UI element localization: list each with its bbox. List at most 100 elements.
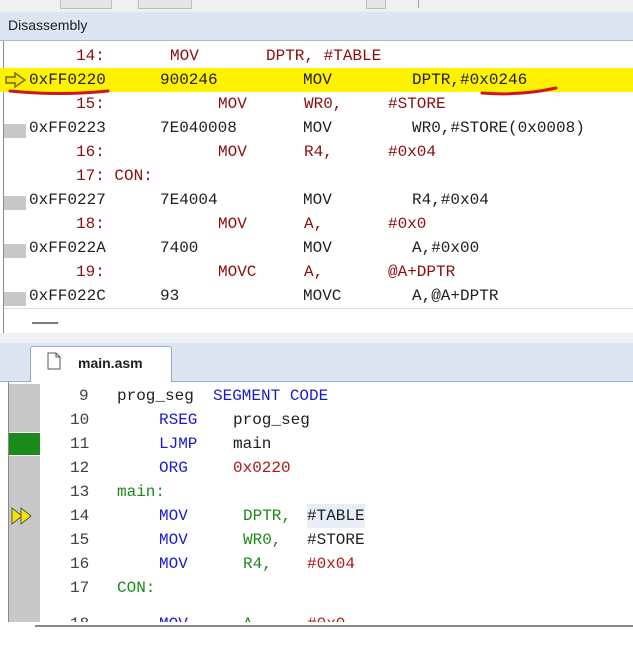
source-operand: A,: [304, 263, 324, 281]
instruction-operand: WR0,#STORE(0x0008): [412, 119, 585, 137]
instruction-bytes: 93: [160, 287, 180, 305]
source-mnemonic: MOV: [218, 143, 247, 161]
code-label: CON:: [117, 579, 156, 597]
code-line[interactable]: 16 MOV R4, #0x04: [0, 552, 633, 576]
code-number: #0x0: [307, 612, 345, 622]
line-number: 18: [70, 612, 89, 622]
line-number: 13: [70, 483, 90, 501]
instruction-operand: R4,#0x04: [412, 191, 489, 209]
source-line: 15: MOV WR0, #STORE: [0, 92, 633, 116]
code-line[interactable]: 11 LJMP main: [0, 432, 633, 456]
panel-splitter[interactable]: [0, 333, 633, 343]
instruction-bytes: 7E4004: [160, 191, 218, 209]
editor-horizontal-scrollbar[interactable]: [9, 622, 633, 633]
source-line: 17: CON:: [0, 164, 633, 188]
instruction-mnemonic: MOVC: [303, 287, 342, 305]
line-number: 12: [70, 459, 90, 477]
source-line-number: 18:: [76, 215, 105, 233]
source-operand: #0x04: [388, 143, 437, 161]
code-keyword: RSEG: [159, 411, 198, 429]
instruction-operand: A,@A+DPTR: [412, 287, 499, 305]
line-number: 16: [70, 555, 90, 573]
source-mnemonic: MOV: [170, 47, 199, 65]
code-keyword: MOV: [159, 531, 188, 549]
code-line[interactable]: 13 main:: [0, 480, 633, 504]
toolbar-button[interactable]: [60, 0, 112, 9]
line-number: 17: [70, 579, 90, 597]
instruction-mnemonic: MOV: [303, 239, 332, 257]
scrollbar-thumb[interactable]: [32, 322, 58, 324]
line-number: 15: [70, 531, 90, 549]
source-mnemonic: MOVC: [218, 263, 257, 281]
code-line[interactable]: 15 MOV WR0, #STORE: [0, 528, 633, 552]
source-operand: @A+DPTR: [388, 263, 456, 281]
source-line: 14: MOV DPTR, #TABLE: [0, 44, 633, 68]
instruction-row[interactable]: 0xFF0223 7E040008 MOV WR0,#STORE(0x0008): [0, 116, 633, 140]
toolbar-button[interactable]: [366, 0, 386, 9]
line-number: 10: [70, 411, 90, 429]
instruction-row[interactable]: 0xFF0227 7E4004 MOV R4,#0x04: [0, 188, 633, 212]
source-operand: DPTR, #TABLE: [266, 47, 382, 65]
source-line: 18: MOV A, #0x0: [0, 212, 633, 236]
code-line[interactable]: 18 MOV A #0x0: [0, 600, 633, 622]
source-operand: #STORE: [388, 95, 446, 113]
source-operand: #0x0: [388, 215, 427, 233]
code-operand: A: [243, 612, 253, 622]
source-line-number: 14:: [76, 47, 105, 65]
instruction-address: 0xFF0223: [29, 119, 106, 137]
source-line-number: 15:: [76, 95, 105, 113]
code-line[interactable]: 12 ORG 0x0220: [0, 456, 633, 480]
code-keyword: SEGMENT CODE: [213, 387, 329, 405]
code-operand: prog_seg: [233, 411, 310, 429]
source-operand: A,: [304, 215, 324, 233]
code-keyword: LJMP: [159, 435, 198, 453]
source-line-number: 19:: [76, 263, 105, 281]
disassembly-title: Disassembly: [8, 17, 88, 33]
code-keyword: MOV: [159, 507, 188, 525]
code-line[interactable]: 14 MOV DPTR, #TABLE: [0, 504, 633, 528]
source-line: 19: MOVC A, @A+DPTR: [0, 260, 633, 284]
code-operand: R4,: [243, 555, 272, 573]
code-operand: main: [233, 435, 272, 453]
line-number: 11: [70, 435, 90, 453]
instruction-row[interactable]: 0xFF022A 7400 MOV A,#0x00: [0, 236, 633, 260]
code-operand: #TABLE: [307, 504, 365, 528]
code-operand: #STORE: [307, 531, 365, 549]
code-keyword: MOV: [159, 612, 188, 622]
code-line[interactable]: 10 RSEG prog_seg: [0, 408, 633, 432]
source-line-number: 17: CON:: [76, 167, 153, 185]
source-line-number: 16:: [76, 143, 105, 161]
line-number: 14: [70, 507, 90, 525]
code-operand: WR0,: [243, 531, 282, 549]
disassembly-horizontal-scrollbar[interactable]: [4, 308, 633, 334]
instruction-bytes: 7E040008: [160, 119, 237, 137]
instruction-address: 0xFF022C: [29, 287, 106, 305]
source-mnemonic: MOV: [218, 215, 247, 233]
source-operand: R4,: [304, 143, 333, 161]
instruction-row[interactable]: 0xFF022C 93 MOVC A,@A+DPTR: [0, 284, 633, 308]
instruction-operand: A,#0x00: [412, 239, 480, 257]
code-number: #0x04: [307, 555, 356, 573]
source-line: 16: MOV R4, #0x04: [0, 140, 633, 164]
instruction-bytes: 7400: [160, 239, 199, 257]
toolbar-separator: [418, 0, 419, 8]
code-keyword: ORG: [159, 459, 188, 477]
file-icon: [47, 352, 61, 370]
scrollbar-track[interactable]: [35, 625, 633, 627]
instruction-mnemonic: MOV: [303, 119, 332, 137]
instruction-address: 0xFF0227: [29, 191, 106, 209]
code-operand: DPTR,: [243, 507, 292, 525]
line-number: 9: [79, 387, 89, 405]
source-operand: WR0,: [304, 95, 343, 113]
toolbar-button[interactable]: [138, 0, 192, 9]
code-line[interactable]: 9 prog_seg SEGMENT CODE: [0, 384, 633, 408]
code-label: main:: [117, 483, 166, 501]
instruction-mnemonic: MOV: [303, 191, 332, 209]
tab-label: main.asm: [78, 355, 143, 371]
code-number: 0x0220: [233, 459, 291, 477]
code-line[interactable]: 17 CON:: [0, 576, 633, 600]
disassembly-header: [0, 12, 633, 41]
source-mnemonic: MOV: [218, 95, 247, 113]
instruction-address: 0xFF022A: [29, 239, 106, 257]
code-label: prog_seg: [117, 387, 194, 405]
